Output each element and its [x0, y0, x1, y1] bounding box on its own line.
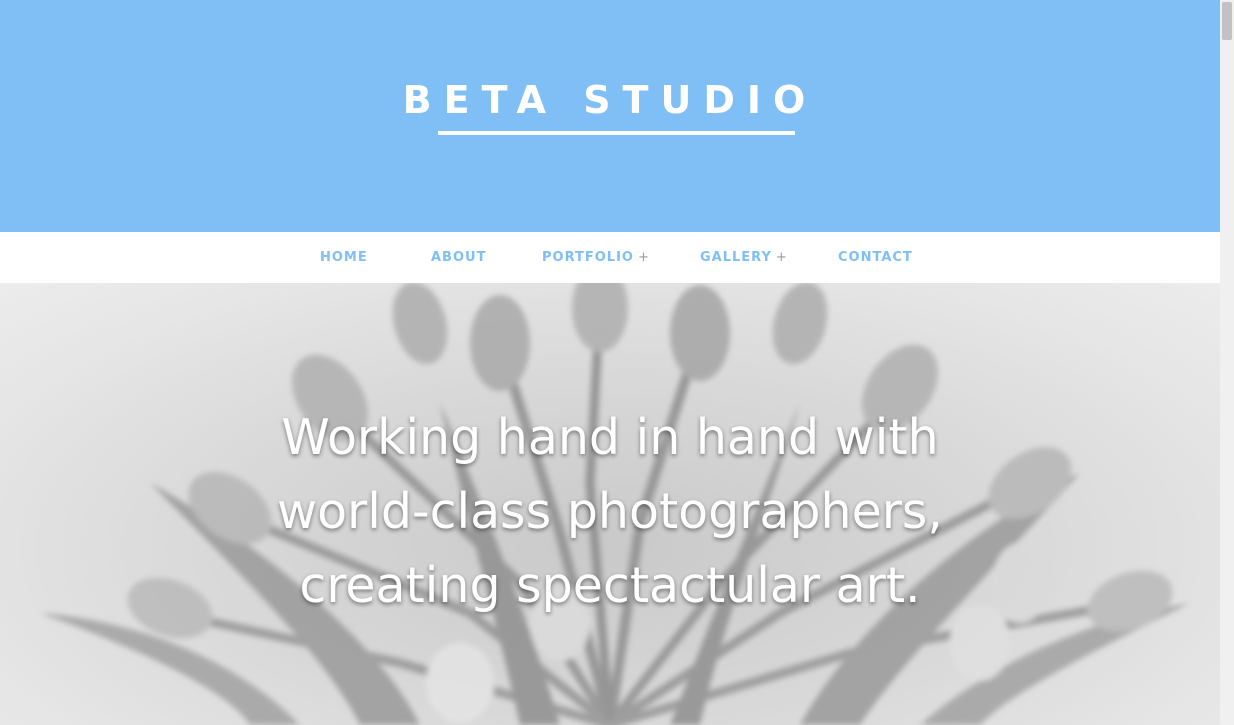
nav-item-contact[interactable]: CONTACT — [838, 232, 913, 283]
hero-line: creating spectactular art. — [299, 557, 921, 614]
nav-item-label: PORTFOLIO — [542, 250, 634, 265]
nav-item-about[interactable]: ABOUT — [431, 232, 486, 283]
page: BETA STUDIO HOME ABOUT PORTFOLIO + GALLER… — [0, 0, 1220, 725]
title-underline — [438, 131, 795, 135]
nav-item-portfolio[interactable]: PORTFOLIO + — [542, 232, 650, 283]
hero-headline: Working hand in hand with world-class ph… — [210, 401, 1010, 623]
submenu-plus-icon: + — [775, 250, 788, 265]
nav-item-label: GALLERY — [700, 250, 772, 265]
site-title[interactable]: BETA STUDIO — [0, 76, 1220, 124]
scrollbar-thumb[interactable] — [1222, 2, 1232, 40]
hero-line: Working hand in hand with — [281, 409, 939, 466]
nav-item-gallery[interactable]: GALLERY + — [700, 232, 788, 283]
nav-item-label: HOME — [320, 250, 368, 265]
site-header: BETA STUDIO — [0, 0, 1220, 232]
nav-item-home[interactable]: HOME — [320, 232, 368, 283]
main-nav: HOME ABOUT PORTFOLIO + GALLERY + CONTACT — [0, 232, 1220, 283]
submenu-plus-icon: + — [637, 250, 650, 265]
nav-item-label: ABOUT — [431, 250, 487, 265]
hero-line: world-class photographers, — [277, 483, 943, 540]
hero-banner: Working hand in hand with world-class ph… — [0, 283, 1220, 725]
nav-item-label: CONTACT — [838, 250, 913, 265]
page-scrollbar[interactable] — [1220, 0, 1234, 725]
